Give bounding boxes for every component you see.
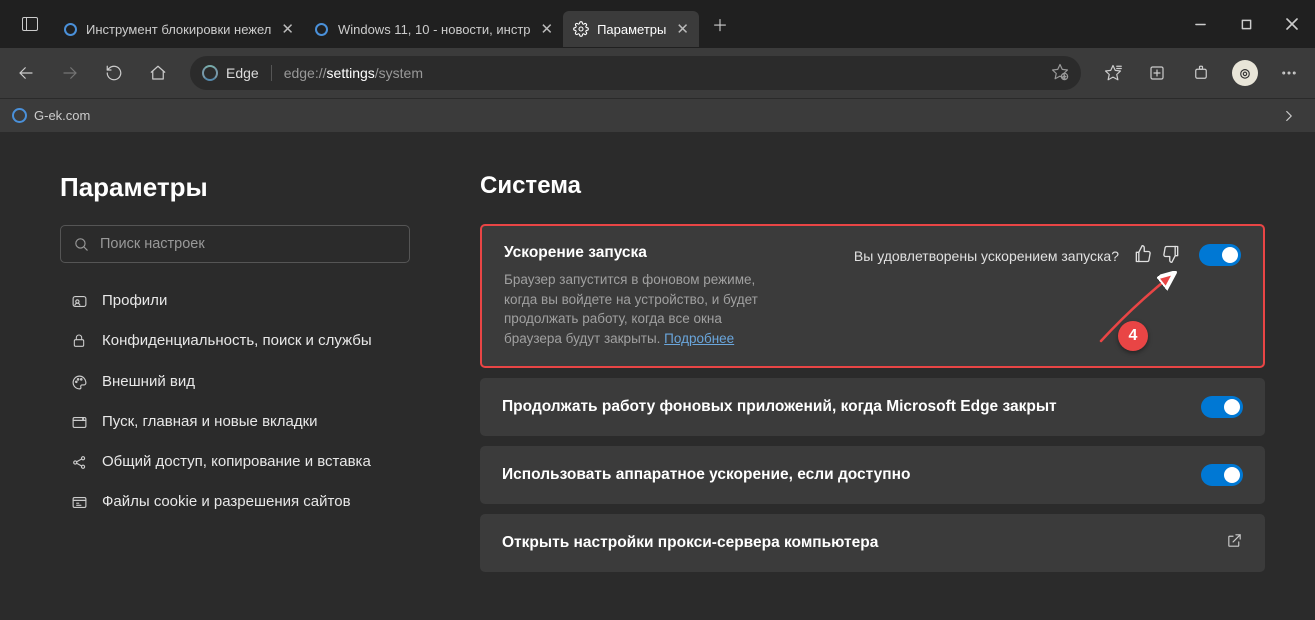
maximize-button[interactable] <box>1223 4 1269 44</box>
nav-privacy[interactable]: Конфиденциальность, поиск и службы <box>60 321 410 361</box>
nav-start[interactable]: Пуск, главная и новые вкладки <box>60 402 410 442</box>
gear-icon <box>573 21 589 37</box>
settings-sidebar: Параметры Поиск настроек Профили Конфиде… <box>0 132 440 620</box>
extensions-button[interactable] <box>1181 53 1221 93</box>
row-title: Открыть настройки прокси-сервера компьют… <box>502 534 1226 552</box>
minimize-button[interactable] <box>1177 4 1223 44</box>
hardware-accel-row: Использовать аппаратное ускорение, если … <box>480 446 1265 504</box>
settings-search-input[interactable]: Поиск настроек <box>60 225 410 263</box>
bookmark-label: G-ek.com <box>34 108 90 123</box>
menu-button[interactable] <box>1269 53 1309 93</box>
back-button[interactable] <box>6 53 46 93</box>
tab-1[interactable]: Инструмент блокировки нежел ✕ <box>52 11 304 47</box>
close-window-button[interactable] <box>1269 4 1315 44</box>
tab-label: Параметры <box>597 22 666 37</box>
lock-icon <box>70 333 88 349</box>
title-bar: Инструмент блокировки нежел ✕ Windows 11… <box>0 0 1315 48</box>
feedback-question: Вы удовлетворены ускорением запуска? <box>854 248 1119 264</box>
feedback-section: Вы удовлетворены ускорением запуска? <box>854 244 1181 267</box>
newtab-icon <box>70 414 88 431</box>
sidebar-heading: Параметры <box>60 172 410 203</box>
nav-toolbar: Edge edge://settings/system ◎ <box>0 48 1315 98</box>
edge-icon <box>202 65 218 81</box>
main-heading: Система <box>480 172 1265 200</box>
favicon-circle-icon <box>314 21 330 37</box>
favorites-button[interactable] <box>1093 53 1133 93</box>
background-apps-toggle[interactable] <box>1201 396 1243 418</box>
reload-button[interactable] <box>94 53 134 93</box>
row-title: Продолжать работу фоновых приложений, ко… <box>502 398 1201 416</box>
permissions-icon <box>70 494 88 511</box>
nav-profiles[interactable]: Профили <box>60 281 410 321</box>
nav-cookies[interactable]: Файлы cookie и разрешения сайтов <box>60 482 410 522</box>
profile-icon <box>70 293 88 310</box>
avatar-icon: ◎ <box>1232 60 1258 86</box>
collections-button[interactable] <box>1137 53 1177 93</box>
bookmarks-overflow-button[interactable] <box>1275 96 1303 136</box>
window-controls <box>1177 4 1315 44</box>
address-bar[interactable]: Edge edge://settings/system <box>190 56 1081 90</box>
close-icon[interactable]: ✕ <box>676 20 689 38</box>
new-tab-button[interactable]: ＋ <box>703 12 737 36</box>
vertical-tabs-button[interactable] <box>8 0 52 48</box>
search-placeholder: Поиск настроек <box>100 236 205 252</box>
external-link-icon <box>1226 532 1243 554</box>
brand-label: Edge <box>226 65 259 81</box>
tab-label: Windows 11, 10 - новости, инстр <box>338 22 531 37</box>
tab-strip: Инструмент блокировки нежел ✕ Windows 11… <box>0 0 737 48</box>
panel-icon <box>22 17 38 31</box>
tab-2[interactable]: Windows 11, 10 - новости, инстр ✕ <box>304 11 563 47</box>
settings-main: Система Ускорение запуска Браузер запуст… <box>440 132 1315 620</box>
profile-button[interactable]: ◎ <box>1225 53 1265 93</box>
bookmarks-bar: G-ek.com <box>0 98 1315 132</box>
proxy-settings-row[interactable]: Открыть настройки прокси-сервера компьют… <box>480 514 1265 572</box>
annotation-badge: 4 <box>1118 321 1148 351</box>
search-icon <box>73 236 90 253</box>
url-text: edge://settings/system <box>284 65 423 81</box>
favicon-circle-icon <box>12 108 27 123</box>
background-apps-row: Продолжать работу фоновых приложений, ко… <box>480 378 1265 436</box>
learn-more-link[interactable]: Подробнее <box>664 331 734 346</box>
row-title: Использовать аппаратное ускорение, если … <box>502 466 1201 484</box>
thumbs-up-button[interactable] <box>1133 244 1153 267</box>
startup-boost-desc: Браузер запустится в фоновом режиме, ког… <box>504 270 774 348</box>
startup-boost-panel: Ускорение запуска Браузер запустится в ф… <box>480 224 1265 368</box>
tab-3-active[interactable]: Параметры ✕ <box>563 11 699 47</box>
site-identity[interactable]: Edge <box>202 65 272 81</box>
nav-share[interactable]: Общий доступ, копирование и вставка <box>60 442 410 482</box>
home-button[interactable] <box>138 53 178 93</box>
forward-button[interactable] <box>50 53 90 93</box>
close-icon[interactable]: ✕ <box>281 20 294 38</box>
startup-boost-title: Ускорение запуска <box>504 244 836 262</box>
hardware-accel-toggle[interactable] <box>1201 464 1243 486</box>
favicon-circle-icon <box>62 21 78 37</box>
share-icon <box>70 454 88 471</box>
palette-icon <box>70 374 88 391</box>
nav-appearance[interactable]: Внешний вид <box>60 362 410 402</box>
thumbs-down-button[interactable] <box>1161 244 1181 267</box>
tab-label: Инструмент блокировки нежел <box>86 22 271 37</box>
close-icon[interactable]: ✕ <box>541 20 554 38</box>
startup-boost-toggle[interactable] <box>1199 244 1241 266</box>
settings-nav: Профили Конфиденциальность, поиск и служ… <box>60 281 410 523</box>
add-favorite-button[interactable] <box>1051 63 1069 84</box>
settings-content: Параметры Поиск настроек Профили Конфиде… <box>0 132 1315 620</box>
bookmark-item[interactable]: G-ek.com <box>12 108 90 123</box>
